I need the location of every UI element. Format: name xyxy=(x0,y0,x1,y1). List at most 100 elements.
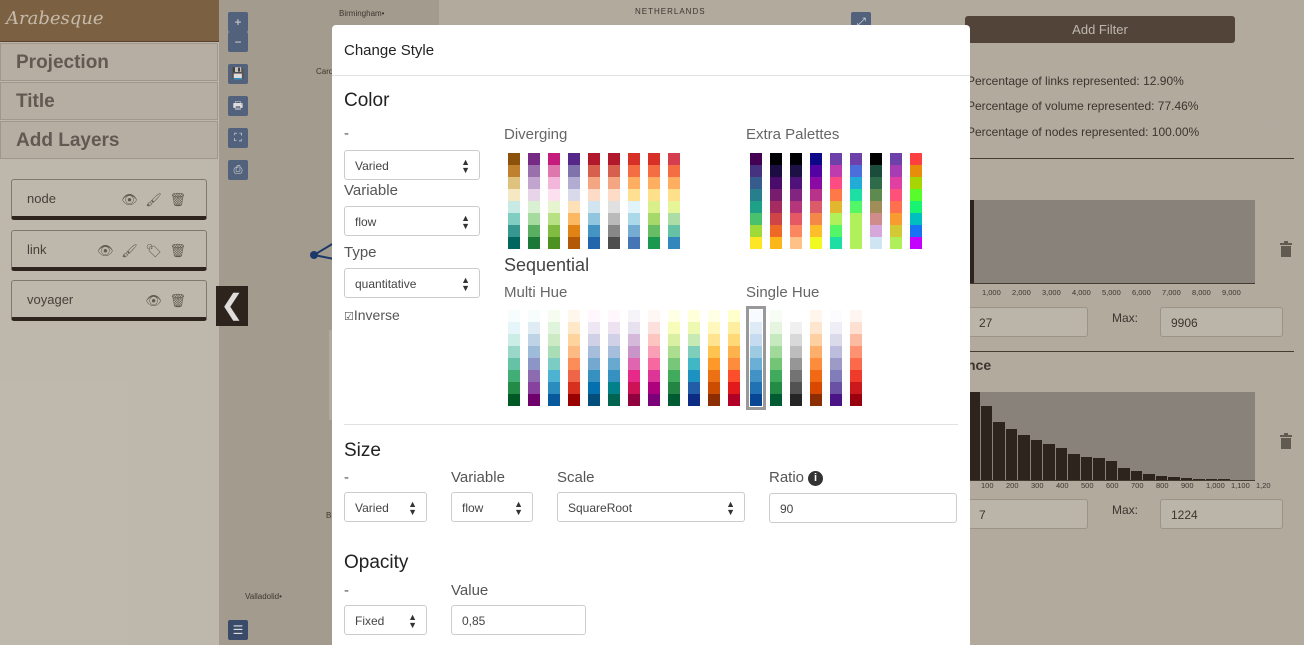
palette-color xyxy=(790,165,802,177)
color-palette-swatch[interactable] xyxy=(850,153,862,249)
palette-color xyxy=(508,310,520,322)
palette-color xyxy=(750,153,762,165)
color-palette-swatch[interactable] xyxy=(910,153,922,249)
size-scale-select[interactable]: SquareRoot ▲ ▼ xyxy=(557,492,745,522)
color-palette-swatch[interactable] xyxy=(588,310,600,406)
palette-color xyxy=(870,225,882,237)
color-palette-swatch[interactable] xyxy=(810,310,822,406)
color-palette-swatch[interactable] xyxy=(830,153,842,249)
palette-color xyxy=(528,322,540,334)
palette-color xyxy=(708,322,720,334)
color-palette-swatch[interactable] xyxy=(770,310,782,406)
info-icon[interactable]: i xyxy=(808,471,824,486)
palette-color xyxy=(790,394,802,406)
palette-color xyxy=(608,165,620,177)
palette-color xyxy=(850,394,862,406)
color-palette-swatch[interactable] xyxy=(830,310,842,406)
palette-color xyxy=(508,225,520,237)
palette-color xyxy=(528,394,540,406)
palette-color xyxy=(708,334,720,346)
palette-color xyxy=(850,201,862,213)
color-palette-swatch[interactable] xyxy=(548,153,560,249)
palette-color xyxy=(810,177,822,189)
color-palette-swatch[interactable] xyxy=(850,310,862,406)
color-palette-swatch[interactable] xyxy=(668,310,680,406)
palette-color xyxy=(850,237,862,249)
palette-color xyxy=(648,322,660,334)
palette-color xyxy=(628,310,640,322)
palette-color xyxy=(648,334,660,346)
color-palette-swatch[interactable] xyxy=(728,310,740,406)
color-palette-swatch[interactable] xyxy=(608,310,620,406)
palette-color xyxy=(648,237,660,249)
size-variable-select[interactable]: flow ▲ ▼ xyxy=(451,492,533,522)
palette-color xyxy=(608,189,620,201)
palette-color xyxy=(608,370,620,382)
color-palette-swatch[interactable] xyxy=(628,310,640,406)
palette-color xyxy=(628,334,640,346)
palette-color xyxy=(508,382,520,394)
palette-color xyxy=(790,153,802,165)
palette-color xyxy=(668,334,680,346)
palette-color xyxy=(708,394,720,406)
color-palette-swatch[interactable] xyxy=(508,153,520,249)
palette-color xyxy=(508,370,520,382)
opacity-mode-select[interactable]: Fixed ▲ ▼ xyxy=(344,605,427,635)
palette-color xyxy=(608,394,620,406)
palette-color xyxy=(728,370,740,382)
opacity-value-input[interactable]: 0,85 xyxy=(451,605,586,635)
palette-color xyxy=(770,213,782,225)
palette-color xyxy=(508,201,520,213)
color-palette-swatch[interactable] xyxy=(668,153,680,249)
palette-color xyxy=(810,237,822,249)
size-mode-select[interactable]: Varied ▲ ▼ xyxy=(344,492,427,522)
color-palette-swatch[interactable] xyxy=(746,306,766,410)
diverging-palettes xyxy=(508,153,688,249)
color-palette-swatch[interactable] xyxy=(528,310,540,406)
color-palette-swatch[interactable] xyxy=(608,153,620,249)
palette-color xyxy=(648,370,660,382)
select-value: quantitative xyxy=(355,277,417,291)
palette-color xyxy=(628,237,640,249)
color-variable-select[interactable]: flow ▲ ▼ xyxy=(344,206,480,236)
color-palette-swatch[interactable] xyxy=(810,153,822,249)
color-palette-swatch[interactable] xyxy=(790,310,802,406)
color-palette-swatch[interactable] xyxy=(870,153,882,249)
palette-color xyxy=(810,394,822,406)
palette-color xyxy=(910,213,922,225)
color-palette-swatch[interactable] xyxy=(628,153,640,249)
color-palette-swatch[interactable] xyxy=(688,310,700,406)
palette-color xyxy=(790,370,802,382)
palette-color xyxy=(830,189,842,201)
color-palette-swatch[interactable] xyxy=(648,310,660,406)
inverse-checkbox[interactable]: ☑ xyxy=(344,311,354,323)
palette-color xyxy=(528,153,540,165)
palette-color xyxy=(850,334,862,346)
color-palette-swatch[interactable] xyxy=(508,310,520,406)
color-palette-swatch[interactable] xyxy=(548,310,560,406)
palette-color xyxy=(890,165,902,177)
color-palette-swatch[interactable] xyxy=(890,153,902,249)
color-palette-swatch[interactable] xyxy=(708,310,720,406)
palette-color xyxy=(850,322,862,334)
color-palette-swatch[interactable] xyxy=(568,310,580,406)
palette-color xyxy=(648,177,660,189)
palette-color xyxy=(528,225,540,237)
color-palette-swatch[interactable] xyxy=(528,153,540,249)
palette-color xyxy=(528,189,540,201)
color-palette-swatch[interactable] xyxy=(648,153,660,249)
palette-color xyxy=(508,213,520,225)
color-palette-swatch[interactable] xyxy=(588,153,600,249)
sort-caret-icon: ▲ ▼ xyxy=(461,157,470,175)
color-palette-swatch[interactable] xyxy=(750,153,762,249)
size-ratio-input[interactable]: 90 xyxy=(769,493,957,523)
select-value: flow xyxy=(355,215,377,229)
color-palette-swatch[interactable] xyxy=(790,153,802,249)
palette-color xyxy=(568,334,580,346)
palette-color xyxy=(728,310,740,322)
inverse-option[interactable]: ☑Inverse xyxy=(344,307,400,323)
color-type-select[interactable]: quantitative ▲ ▼ xyxy=(344,268,480,298)
color-palette-swatch[interactable] xyxy=(568,153,580,249)
color-mode-select[interactable]: Varied ▲ ▼ xyxy=(344,150,480,180)
color-palette-swatch[interactable] xyxy=(770,153,782,249)
